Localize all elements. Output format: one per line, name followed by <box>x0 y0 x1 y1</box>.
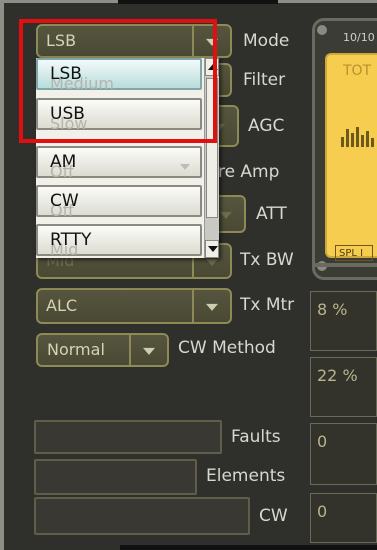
annotation-highlight-box <box>19 19 217 143</box>
mode-option-cw[interactable]: Off CW <box>36 185 202 220</box>
device-screen: TOT SPL I <box>325 53 377 261</box>
option-label: AM <box>50 152 77 172</box>
chevron-down-icon <box>180 164 190 170</box>
mode-label: Mode <box>243 31 290 51</box>
cw-field <box>34 497 250 535</box>
chevron-down-icon <box>206 303 218 311</box>
chevron-down-icon <box>206 258 218 266</box>
filter-label: Filter <box>243 70 286 90</box>
device-preview: 10/10 TOT SPL I <box>312 18 377 280</box>
tx-mtr-value: ALC <box>46 296 78 315</box>
tx-mtr-select[interactable]: ALC <box>36 288 232 324</box>
cw-method-readout: 22 % <box>310 357 377 417</box>
cw-method-value: Normal <box>47 340 105 359</box>
window-bottom-edge <box>120 545 377 550</box>
cw-method-dropdown-button[interactable] <box>129 335 167 365</box>
option-label: CW <box>50 191 79 211</box>
agc-label: AGC <box>248 116 285 136</box>
tx-bw-label: Tx BW <box>240 250 294 270</box>
window-top-edge <box>118 0 278 4</box>
elements-label: Elements <box>206 466 286 486</box>
cw-method-label: CW Method <box>178 338 276 358</box>
mode-option-am[interactable]: Off AM <box>36 146 202 181</box>
cw-method-readout-value: 22 % <box>317 366 358 385</box>
faults-readout-value: 0 <box>317 432 328 451</box>
scroll-down-icon[interactable] <box>205 240 219 258</box>
spl-badge: SPL I <box>335 245 373 261</box>
faults-readout: 0 <box>310 423 377 485</box>
tx-mtr-readout-value: 8 % <box>317 300 348 319</box>
cw-readout-value: 0 <box>317 502 328 521</box>
tx-mtr-label: Tx Mtr <box>240 295 295 315</box>
tx-mtr-readout: 8 % <box>310 291 377 351</box>
chevron-down-icon <box>143 347 155 355</box>
mode-option-rtty[interactable]: Mid RTTY <box>36 224 202 258</box>
elements-field <box>34 459 197 495</box>
device-slider[interactable] <box>315 263 377 267</box>
screw-icon <box>317 25 327 35</box>
tx-mtr-dropdown-button[interactable] <box>192 290 230 322</box>
spectrum-bars-icon <box>341 127 377 147</box>
screen-label: TOT <box>343 63 372 79</box>
faults-field <box>34 420 222 454</box>
option-label: RTTY <box>50 230 92 250</box>
cw-method-select[interactable]: Normal <box>36 333 169 367</box>
cw-label: CW <box>259 506 288 526</box>
att-label: ATT <box>256 204 287 224</box>
chevron-down-icon <box>220 211 232 219</box>
cw-readout: 0 <box>310 493 377 543</box>
faults-label: Faults <box>231 427 281 447</box>
device-date: 10/10 <box>343 31 375 44</box>
